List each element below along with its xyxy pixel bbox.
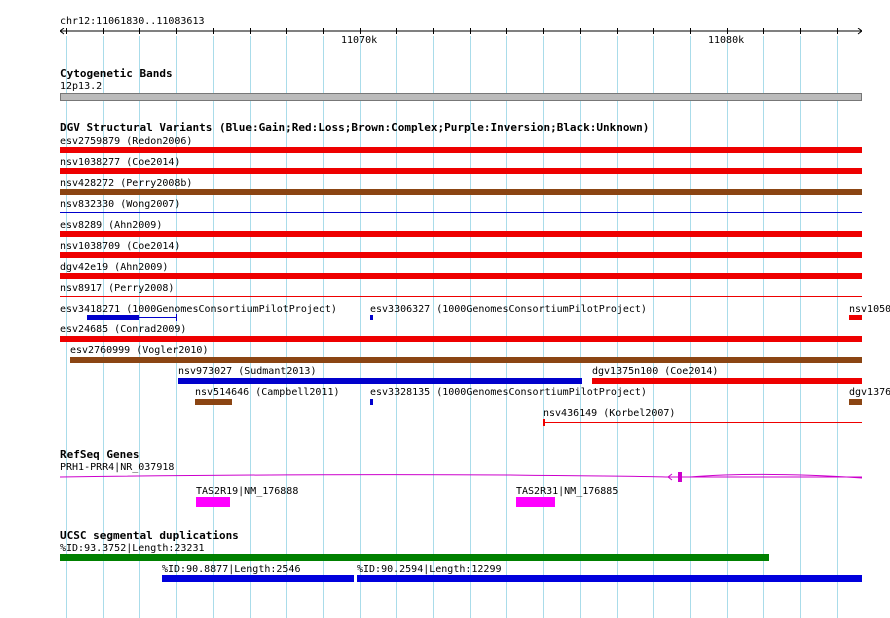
dgv-feature-complex[interactable] bbox=[60, 189, 862, 195]
dgv-feature-loss[interactable] bbox=[592, 378, 862, 384]
tick-label-11080k: 11080k bbox=[708, 35, 745, 46]
dgv-feature-label: nsv1050 bbox=[849, 304, 890, 315]
dgv-feature-complex[interactable] bbox=[70, 357, 862, 363]
segdup-track-title[interactable]: UCSC segmental duplications bbox=[60, 530, 239, 542]
dgv-track-title[interactable]: DGV Structural Variants (Blue:Gain;Red:L… bbox=[60, 122, 649, 134]
location-label: chr12:11061830..11083613 bbox=[60, 16, 205, 27]
dgv-feature-label: esv3418271 (1000GenomesConsortiumPilotPr… bbox=[60, 304, 337, 315]
cytoband-track-title[interactable]: Cytogenetic Bands bbox=[60, 68, 173, 80]
dgv-feature-gain-thin[interactable] bbox=[60, 212, 862, 213]
dgv-feature-loss[interactable] bbox=[60, 273, 862, 279]
dgv-feature-label: esv2759879 (Redon2006) bbox=[60, 136, 193, 147]
dgv-feature-gain[interactable] bbox=[370, 399, 373, 405]
dgv-feature-complex[interactable] bbox=[195, 399, 232, 405]
cytoband-label: 12p13.2 bbox=[60, 81, 103, 92]
gene-label-tas2r19: TAS2R19|NM_176888 bbox=[196, 486, 299, 497]
dgv-feature-label: dgv1376 bbox=[849, 387, 890, 398]
dgv-feature-complex[interactable] bbox=[849, 399, 862, 405]
dgv-feature-label: dgv42e19 (Ahn2009) bbox=[60, 262, 169, 273]
dgv-feature-label: nsv832330 (Wong2007) bbox=[60, 199, 181, 210]
dgv-feature-loss[interactable] bbox=[60, 168, 862, 174]
dgv-feature-loss[interactable] bbox=[60, 336, 862, 342]
dgv-feature-loss[interactable] bbox=[60, 147, 862, 153]
dgv-feature-loss-thin[interactable] bbox=[543, 422, 862, 423]
dgv-feature-loss[interactable] bbox=[60, 231, 862, 237]
dgv-feature-label: nsv973027 (Sudmant2013) bbox=[178, 366, 317, 377]
cytoband-bar[interactable] bbox=[60, 93, 862, 101]
dgv-feature-gain[interactable] bbox=[178, 378, 582, 384]
dgv-feature-gain[interactable] bbox=[370, 315, 373, 320]
dgv-feature-label: esv3328135 (1000GenomesConsortiumPilotPr… bbox=[370, 387, 647, 398]
dgv-feature-end-tick bbox=[543, 419, 545, 426]
dgv-feature-label: nsv514646 (Campbell2011) bbox=[195, 387, 340, 398]
dgv-feature-label: esv2760999 (Vogler2010) bbox=[70, 345, 209, 356]
segdup-bar[interactable] bbox=[162, 575, 354, 582]
dgv-feature-label: nsv428272 (Perry2008b) bbox=[60, 178, 193, 189]
dgv-feature-label: esv8289 (Ahn2009) bbox=[60, 220, 163, 231]
dgv-feature-end-tick bbox=[176, 314, 177, 321]
dgv-feature-label: nsv8917 (Perry2008) bbox=[60, 283, 175, 294]
dgv-feature-gain[interactable] bbox=[87, 315, 139, 320]
segdup-label: %ID:90.2594|Length:12299 bbox=[357, 564, 502, 575]
dgv-feature-loss[interactable] bbox=[849, 315, 862, 320]
gene-label-tas2r31: TAS2R31|NM_176885 bbox=[516, 486, 619, 497]
segdup-bar[interactable] bbox=[357, 575, 862, 582]
dgv-feature-label: nsv436149 (Korbel2007) bbox=[543, 408, 676, 419]
dgv-feature-loss-thin[interactable] bbox=[60, 296, 862, 297]
gene-tas2r31[interactable] bbox=[516, 497, 555, 507]
gene-tas2r19[interactable] bbox=[196, 497, 230, 507]
segdup-label: %ID:93.3752|Length:23231 bbox=[60, 543, 205, 554]
dgv-feature-label: esv3306327 (1000GenomesConsortiumPilotPr… bbox=[370, 304, 647, 315]
gene-model-prh1-prr4[interactable] bbox=[60, 470, 862, 486]
dgv-feature-label: esv24685 (Conrad2009) bbox=[60, 324, 187, 335]
dgv-feature-label: nsv1038277 (Coe2014) bbox=[60, 157, 181, 168]
dgv-feature-label: dgv1375n100 (Coe2014) bbox=[592, 366, 719, 377]
refseq-track-title[interactable]: RefSeq Genes bbox=[60, 449, 139, 461]
dgv-feature-loss[interactable] bbox=[60, 252, 862, 258]
segdup-bar[interactable] bbox=[60, 554, 769, 561]
dgv-feature-label: nsv1038709 (Coe2014) bbox=[60, 241, 181, 252]
tick-label-11070k: 11070k bbox=[341, 35, 378, 46]
segdup-label: %ID:90.8877|Length:2546 bbox=[162, 564, 301, 575]
